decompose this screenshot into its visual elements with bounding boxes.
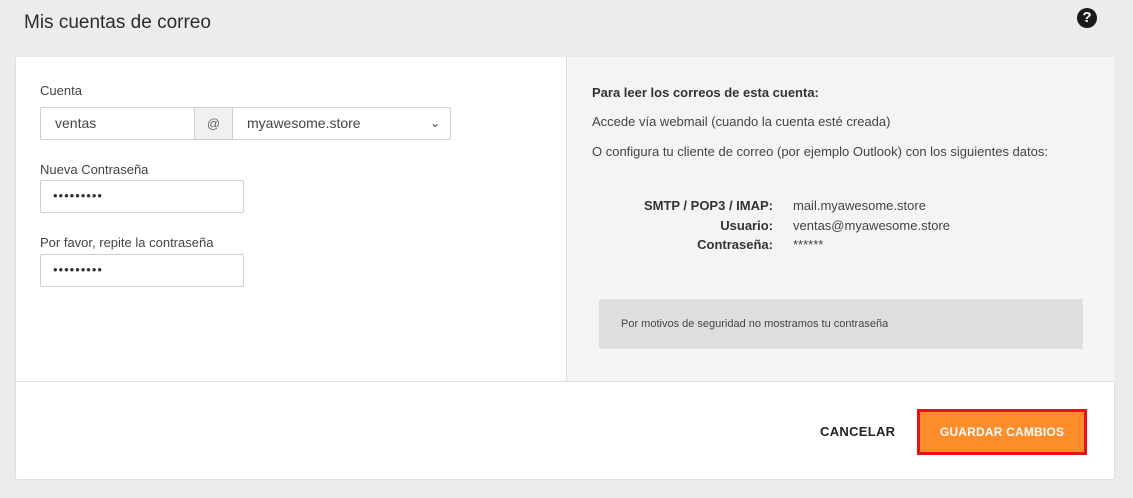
user-label: Usuario: bbox=[720, 218, 773, 233]
account-user-input[interactable]: ventas bbox=[41, 108, 195, 139]
account-label: Cuenta bbox=[40, 83, 82, 98]
repeat-password-label: Por favor, repite la contraseña bbox=[40, 235, 214, 250]
webmail-line: Accede vía webmail (cuando la cuenta est… bbox=[592, 114, 891, 129]
server-label: SMTP / POP3 / IMAP: bbox=[643, 198, 773, 213]
at-symbol: @ bbox=[195, 108, 233, 139]
account-card: Cuenta ventas @ myawesome.store ⌄ Nueva … bbox=[16, 57, 1115, 479]
domain-select[interactable]: myawesome.store ⌄ bbox=[233, 108, 450, 139]
domain-select-value: myawesome.store bbox=[247, 115, 361, 131]
cancel-button[interactable]: CANCELAR bbox=[820, 424, 895, 439]
server-value: mail.myawesome.store bbox=[793, 198, 926, 213]
password-label: Contraseña: bbox=[697, 237, 773, 252]
chevron-down-icon: ⌄ bbox=[429, 116, 440, 130]
instructions-heading: Para leer los correos de esta cuenta: bbox=[592, 85, 819, 100]
instructions-panel: Para leer los correos de esta cuenta: Ac… bbox=[566, 57, 1115, 381]
security-notice: Por motivos de seguridad no mostramos tu… bbox=[599, 299, 1083, 349]
new-password-input[interactable]: ••••••••• bbox=[40, 180, 244, 213]
new-password-label: Nueva Contraseña bbox=[40, 162, 149, 177]
help-icon[interactable]: ? bbox=[1077, 8, 1097, 28]
account-form-panel: Cuenta ventas @ myawesome.store ⌄ Nueva … bbox=[16, 57, 566, 381]
save-button[interactable]: GUARDAR CAMBIOS bbox=[917, 409, 1087, 455]
account-input-group: ventas @ myawesome.store ⌄ bbox=[40, 107, 451, 140]
page-title: Mis cuentas de correo bbox=[24, 12, 211, 33]
password-value: ****** bbox=[793, 237, 824, 252]
user-value: ventas@myawesome.store bbox=[793, 218, 950, 233]
form-footer: CANCELAR GUARDAR CAMBIOS bbox=[16, 381, 1114, 479]
repeat-password-input[interactable]: ••••••••• bbox=[40, 254, 244, 287]
client-line: O configura tu cliente de correo (por ej… bbox=[592, 144, 1048, 159]
